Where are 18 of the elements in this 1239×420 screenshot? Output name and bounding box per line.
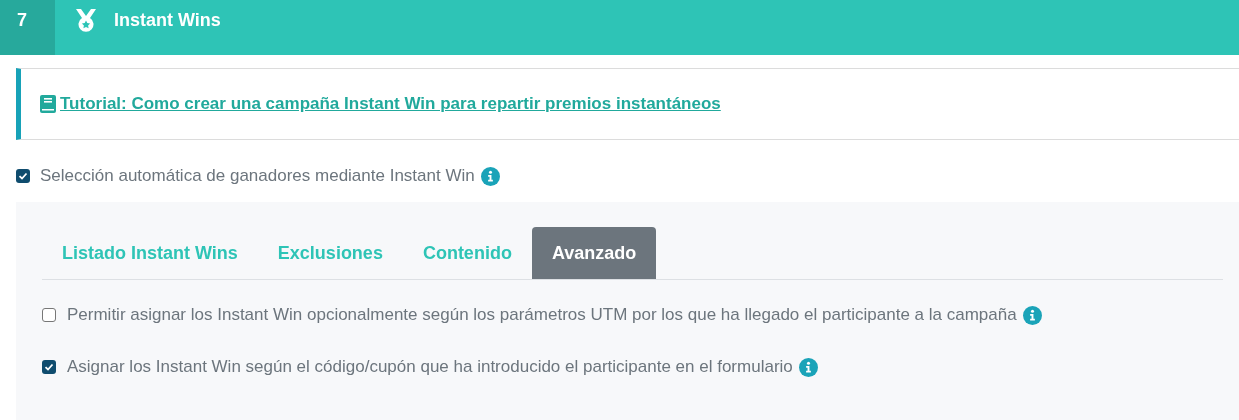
checkbox[interactable] xyxy=(42,360,56,374)
info-icon[interactable] xyxy=(1022,305,1042,325)
option-label: Permitir asignar los Instant Win opcionalmente según los parámetros UTM por los que ha llegado el participante a la campaña xyxy=(67,304,1017,327)
tab[interactable]: Exclusiones xyxy=(257,227,403,279)
info-icon[interactable] xyxy=(480,166,500,186)
checkbox[interactable] xyxy=(16,169,30,183)
checkbox-label: Selección automática de ganadores mediante Instant Win xyxy=(40,165,475,188)
tab[interactable]: Avanzado xyxy=(531,227,657,279)
section-title: Instant Wins xyxy=(114,9,221,32)
info-icon[interactable] xyxy=(798,357,818,377)
tab[interactable]: Contenido xyxy=(402,227,532,279)
tab[interactable]: Listado Instant Wins xyxy=(42,227,258,279)
option-label: Asignar los Instant Win según el código/cupón que ha introducido el participante en el formulario xyxy=(67,356,793,379)
book-icon xyxy=(40,95,56,113)
tutorial-link[interactable]: Tutorial: Como crear una campaña Instant Win para repartir premios instantáneos xyxy=(40,91,721,117)
medal-icon xyxy=(75,7,97,34)
checkbox[interactable] xyxy=(42,308,56,322)
step-number: 7 xyxy=(0,0,55,55)
